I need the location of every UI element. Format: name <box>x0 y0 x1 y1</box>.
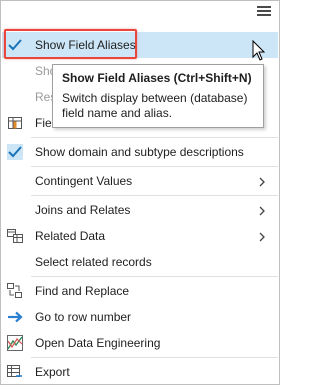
menu-item-label: Export <box>35 365 70 379</box>
menu-item-label: Go to row number <box>35 310 132 324</box>
related-tables-icon <box>7 228 23 244</box>
highlight-callout <box>4 29 137 59</box>
menu-item-find-replace[interactable]: Find and Replace <box>2 278 278 304</box>
data-engineering-icon <box>7 335 23 351</box>
menu-item-select-related-records[interactable]: Select related records <box>2 249 278 275</box>
find-replace-icon <box>7 283 23 299</box>
menu-item-show-domain-descriptions[interactable]: Show domain and subtype descriptions <box>2 139 278 165</box>
menu-item-label: Related Data <box>35 229 106 243</box>
export-table-icon <box>7 364 23 380</box>
tooltip-body: Switch display between (database) field … <box>62 91 248 120</box>
separator <box>31 195 278 196</box>
separator <box>31 276 278 277</box>
menu-item-open-data-engineering[interactable]: Open Data Engineering <box>2 330 278 356</box>
chevron-right-icon <box>257 176 267 187</box>
menu-item-label: Contingent Values <box>35 174 133 188</box>
hamburger-menu-icon[interactable] <box>257 6 271 20</box>
mouse-cursor-icon <box>252 39 266 62</box>
arrow-right-icon <box>7 309 23 325</box>
menu-item-go-to-row[interactable]: Go to row number <box>2 304 278 330</box>
menu-item-related-data[interactable]: Related Data <box>2 223 278 249</box>
menu-item-label: Find and Replace <box>35 284 130 298</box>
tooltip-title: Show Field Aliases (Ctrl+Shift+N) <box>62 71 252 85</box>
checkmark-icon <box>7 144 23 160</box>
menu-item-label: Open Data Engineering <box>35 336 161 350</box>
separator <box>31 166 278 167</box>
chevron-right-icon <box>257 205 267 216</box>
chevron-right-icon <box>257 231 267 242</box>
menu-item-label: Joins and Relates <box>35 203 131 217</box>
menu-item-export[interactable]: Export <box>2 359 278 385</box>
tooltip: Show Field Aliases (Ctrl+Shift+N) Switch… <box>52 64 264 128</box>
separator <box>31 137 278 138</box>
fields-table-icon <box>7 115 23 131</box>
menu-item-label: Show domain and subtype descriptions <box>35 145 244 159</box>
separator <box>31 357 278 358</box>
menu-item-joins-relates[interactable]: Joins and Relates <box>2 197 278 223</box>
menu-item-label: Select related records <box>35 255 152 269</box>
menu-item-contingent-values[interactable]: Contingent Values <box>2 168 278 194</box>
